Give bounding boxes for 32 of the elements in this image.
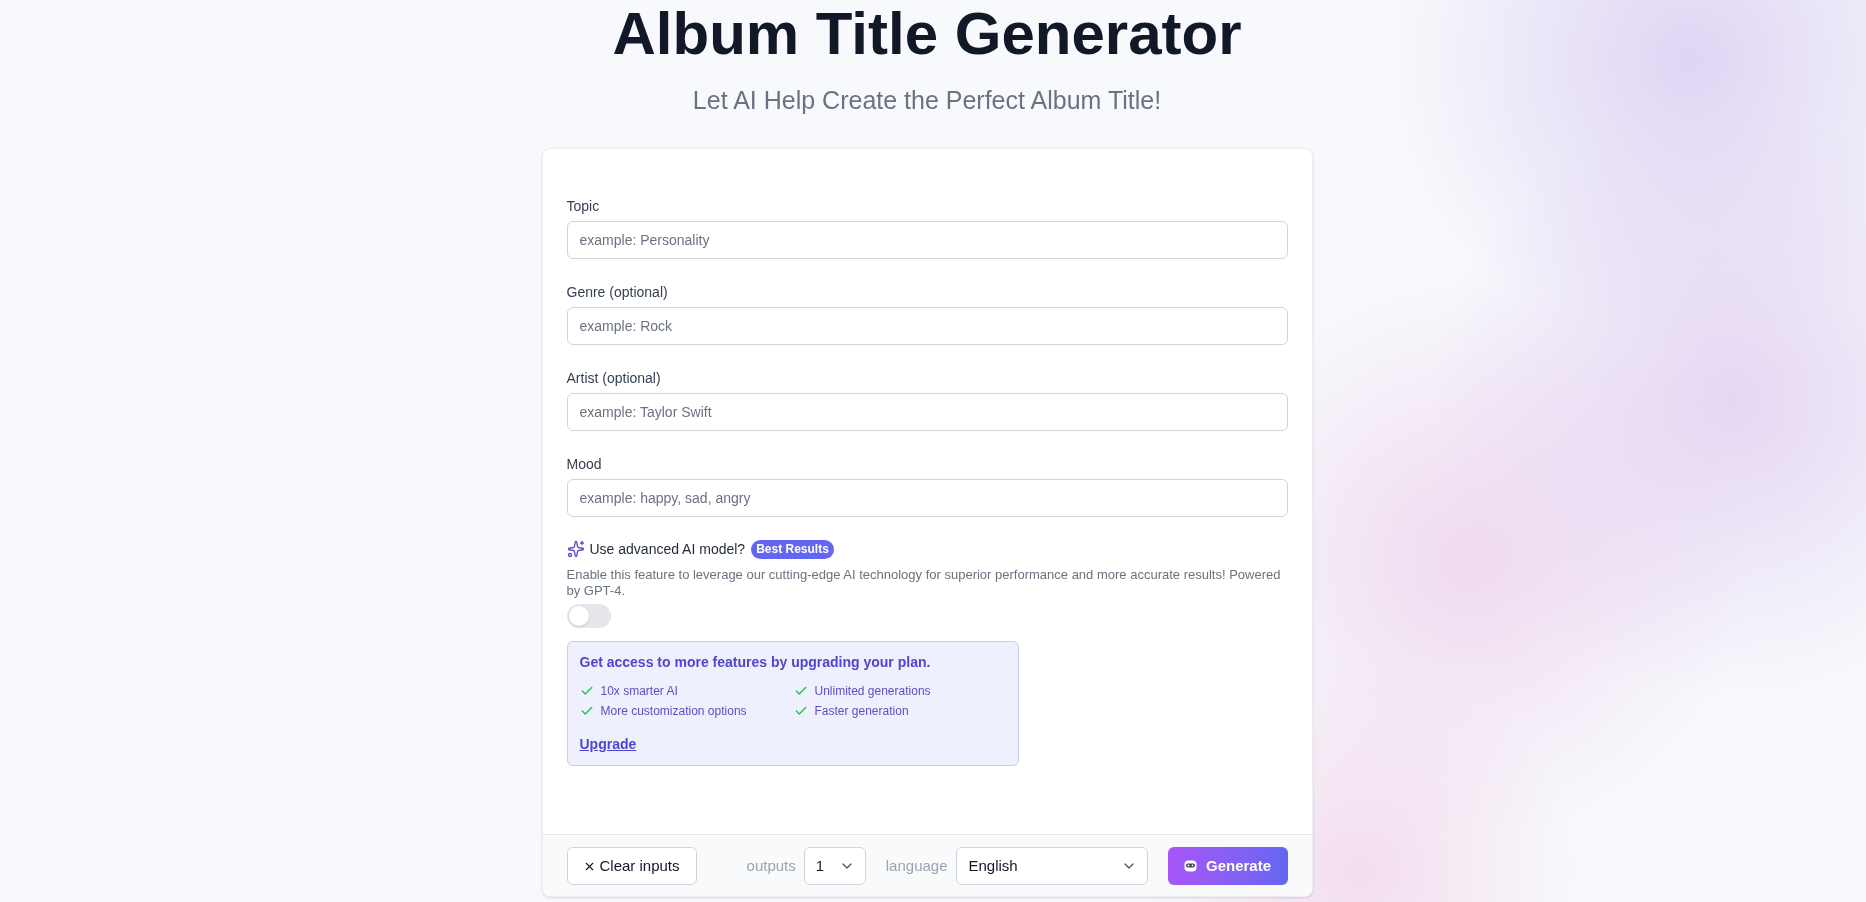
page-subtitle: Let AI Help Create the Perfect Album Title!	[692, 86, 1162, 114]
input-field[interactable]: example: Rock	[566, 307, 1288, 345]
field-label: Mood	[566, 455, 603, 474]
feature-text: More customization options	[600, 703, 747, 720]
language-select[interactable]: English	[955, 847, 1148, 885]
advanced-model-label: Use advanced AI model?	[589, 540, 746, 559]
check-icon	[793, 704, 808, 718]
feature-text: Unlimited generations	[814, 683, 931, 700]
robot-icon	[1183, 860, 1197, 872]
outputs-select[interactable]: 1	[803, 847, 866, 885]
best-results-badge: Best Results	[751, 539, 834, 559]
sparkles-icon	[566, 540, 585, 558]
check-icon	[579, 704, 594, 718]
upgrade-link[interactable]: Upgrade	[579, 734, 637, 754]
clear-inputs-button[interactable]: Clear inputs	[566, 847, 697, 885]
language-label: language	[885, 855, 948, 876]
generate-button[interactable]: Generate	[1167, 847, 1288, 885]
field-label: Topic	[566, 197, 601, 216]
feature-text: 10x smarter AI	[600, 683, 678, 700]
input-field[interactable]: example: Taylor Swift	[566, 393, 1288, 431]
outputs-label: outputs	[746, 855, 796, 876]
feature-text: Faster generation	[814, 703, 909, 720]
page-title: Album Title Generator	[612, 4, 1242, 64]
check-icon	[793, 684, 808, 698]
input-field[interactable]: example: happy, sad, angry	[566, 479, 1288, 517]
check-icon	[579, 684, 594, 698]
upgrade-heading: Get access to more features by upgrading your plan.	[579, 653, 932, 672]
toggle-switch[interactable]	[566, 604, 611, 628]
advanced-model-description: Enable this feature to leverage our cutting-edge AI technology for superior performance and more accurate results! Powered by GPT-4.	[566, 567, 1282, 599]
field-label: Genre (optional)	[566, 283, 669, 302]
input-field[interactable]: example: Personality	[566, 221, 1288, 259]
field-label: Artist (optional)	[566, 369, 662, 388]
